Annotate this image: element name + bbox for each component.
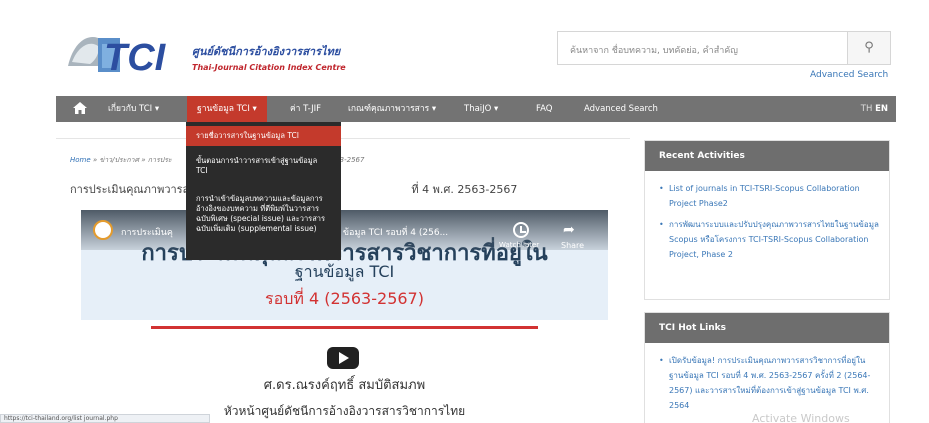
video-heading-line3: รอบที่ 4 (2563-2567) xyxy=(265,289,424,308)
logo-text: ศูนย์ดัชนีการอ้างอิงวารสารไทย Thai-Journ… xyxy=(192,42,346,72)
tci-logo-mark: TCI xyxy=(68,37,167,79)
page-title-end: ที่ 4 พ.ศ. 2563-2567 xyxy=(411,183,518,196)
home-icon[interactable] xyxy=(72,101,90,117)
video-divider xyxy=(151,326,538,329)
recent-activity-item[interactable]: List of journals in TCI-TSRI-Scopus Coll… xyxy=(659,181,879,211)
database-dropdown: รายชื่อวารสารในฐานข้อมูล TCI ขั้นตอนการน… xyxy=(186,122,341,260)
nav-about[interactable]: เกี่ยวกับ TCI ▾ xyxy=(108,96,159,122)
activate-windows-watermark: Activate Windows xyxy=(752,412,850,423)
svg-text:TCI: TCI xyxy=(104,37,167,79)
logo-title-en: Thai-Journal Citation Index Centre xyxy=(192,63,346,72)
youtube-embed[interactable]: การประเมินคุณภาพวารสารวิชาการที่อยู่ใน ก… xyxy=(81,210,608,423)
status-bar-url: https://tci-thailand.org/list journal.ph… xyxy=(0,414,210,423)
page-title-start: การประเมินคุณภาพวารสาร xyxy=(70,183,202,196)
breadcrumb-path[interactable]: » ข่าว/ประกาศ » การประ xyxy=(93,156,172,164)
search-icon: ⚲ xyxy=(864,40,874,55)
watch-later-label[interactable]: Watch later xyxy=(499,241,539,249)
recent-activities-title: Recent Activities xyxy=(645,141,889,171)
dropdown-item-submission-steps[interactable]: ขั้นตอนการนำวารสารเข้าสู่ฐานข้อมูล TCI xyxy=(186,156,341,176)
advanced-search-link[interactable]: Advanced Search xyxy=(810,70,888,80)
hot-links-panel: TCI Hot Links เปิดรับข้อมูล! การประเมินค… xyxy=(644,312,890,423)
nav-thaijo[interactable]: ThaiJO ▾ xyxy=(464,96,498,122)
recent-activities-panel: Recent Activities List of journals in TC… xyxy=(644,140,890,300)
video-title-end: ข้อมูล TCI รอบที่ 4 (256... xyxy=(342,228,449,238)
hot-links-title: TCI Hot Links xyxy=(645,313,889,343)
nav-faq[interactable]: FAQ xyxy=(536,96,552,122)
nav-tjif[interactable]: ค่า T-JIF xyxy=(290,96,321,122)
page: TCI ศูนย์ดัชนีการอ้างอิงวารสารไทย Thai-J… xyxy=(0,0,929,423)
breadcrumb-home[interactable]: Home xyxy=(70,156,91,164)
video-title-start: การประเมินคุ xyxy=(121,228,173,238)
video-heading-line2: ฐานข้อมูล TCI xyxy=(294,262,395,281)
recent-activity-item[interactable]: การพัฒนาระบบและปรับปรุงคุณภาพวารสารไทยใน… xyxy=(659,217,879,262)
logo-title-th: ศูนย์ดัชนีการอ้างอิงวารสารไทย xyxy=(192,45,341,58)
hot-link-item[interactable]: เปิดรับข้อมูล! การประเมินคุณภาพวารสารวิช… xyxy=(659,353,879,413)
play-button[interactable] xyxy=(327,347,359,369)
nav-criteria[interactable]: เกณฑ์คุณภาพวารสาร ▾ xyxy=(348,96,436,122)
main-nav: เกี่ยวกับ TCI ▾ ฐานข้อมูล TCI ▾ ค่า T-JI… xyxy=(56,96,896,122)
channel-avatar[interactable] xyxy=(93,220,113,240)
lang-th[interactable]: TH xyxy=(861,104,873,114)
hot-links-list: เปิดรับข้อมูล! การประเมินคุณภาพวารสารวิช… xyxy=(645,343,889,413)
share-label[interactable]: Share xyxy=(561,241,584,250)
search-input[interactable]: ค้นหาจาก ชื่อบทความ, บทคัดย่อ, คำสำคัญ xyxy=(557,31,847,65)
dropdown-item-journal-list[interactable]: รายชื่อวารสารในฐานข้อมูล TCI xyxy=(186,126,341,146)
clock-icon[interactable] xyxy=(513,222,529,238)
lang-en[interactable]: EN xyxy=(875,104,888,114)
language-switch[interactable]: TH EN xyxy=(861,96,888,122)
video-presenter-name: ศ.ดร.ณรงค์ฤทธิ์ สมบัติสมภพ xyxy=(263,378,426,393)
dropdown-item-special-issue[interactable]: การนำเข้าข้อมูลบทความและข้อมูลการอ้างอิง… xyxy=(186,194,341,234)
recent-activities-list: List of journals in TCI-TSRI-Scopus Coll… xyxy=(645,171,889,262)
share-icon[interactable]: ➦ xyxy=(563,222,575,238)
tci-logo[interactable]: TCI ศูนย์ดัชนีการอ้างอิงวารสารไทย Thai-J… xyxy=(62,22,346,82)
nav-database[interactable]: ฐานข้อมูล TCI ▾ xyxy=(187,96,267,122)
search-button[interactable]: ⚲ xyxy=(847,31,891,65)
nav-advanced-search[interactable]: Advanced Search xyxy=(584,96,658,122)
